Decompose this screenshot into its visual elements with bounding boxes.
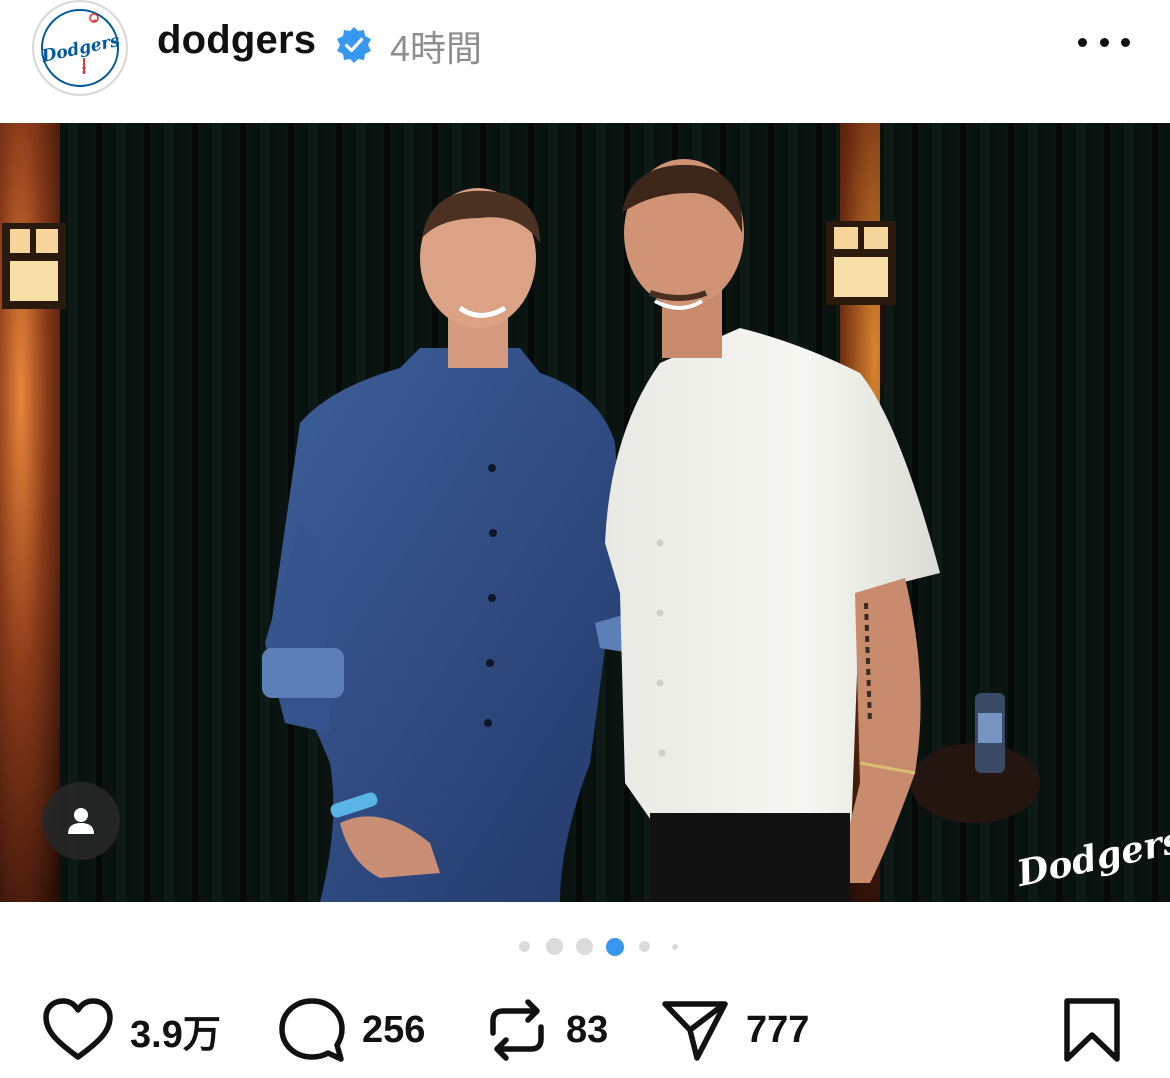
bookmark-icon	[1064, 998, 1120, 1062]
account-avatar[interactable]: Dodgers	[32, 0, 128, 96]
verified-badge-icon	[337, 27, 371, 63]
comment-button[interactable]: 256	[278, 990, 425, 1070]
like-button[interactable]: 3.9万	[42, 990, 221, 1070]
carousel-dot	[672, 944, 678, 950]
repost-button[interactable]: 83	[484, 990, 608, 1070]
more-options-icon[interactable]	[1078, 22, 1130, 62]
comment-bubble-icon	[279, 998, 345, 1062]
wall-lamp-left	[2, 223, 66, 309]
repost-count[interactable]: 83	[566, 1009, 608, 1052]
tagged-people-button[interactable]	[42, 782, 120, 860]
post-photo[interactable]: Dodgers	[0, 123, 1170, 902]
action-bar: 3.9万 256 83 777	[0, 990, 1170, 1070]
carousel-dot	[639, 941, 650, 952]
comment-count[interactable]: 256	[362, 1009, 425, 1052]
carousel-dot	[576, 938, 593, 955]
instagram-post: Dodgers dodgers 4時間 Dodgers 3.9万 256 83 …	[0, 0, 1170, 1078]
carousel-dot-active	[606, 938, 624, 956]
person-tag-icon	[68, 808, 94, 834]
carousel-dot	[546, 938, 563, 955]
send-icon	[662, 1001, 728, 1061]
save-button[interactable]	[1062, 990, 1122, 1070]
share-button[interactable]: 777	[660, 990, 809, 1070]
like-count[interactable]: 3.9万	[130, 1003, 221, 1058]
dodgers-logo: Dodgers	[36, 4, 124, 92]
share-count[interactable]: 777	[746, 1009, 809, 1052]
username[interactable]: dodgers	[157, 18, 316, 63]
post-header: Dodgers dodgers 4時間	[0, 0, 1170, 122]
carousel-dot	[519, 941, 530, 952]
post-timestamp: 4時間	[390, 28, 483, 69]
carousel-indicator	[0, 936, 1170, 958]
heart-icon	[43, 998, 113, 1060]
photo-image: Dodgers	[0, 123, 1170, 902]
repost-icon	[490, 999, 544, 1061]
